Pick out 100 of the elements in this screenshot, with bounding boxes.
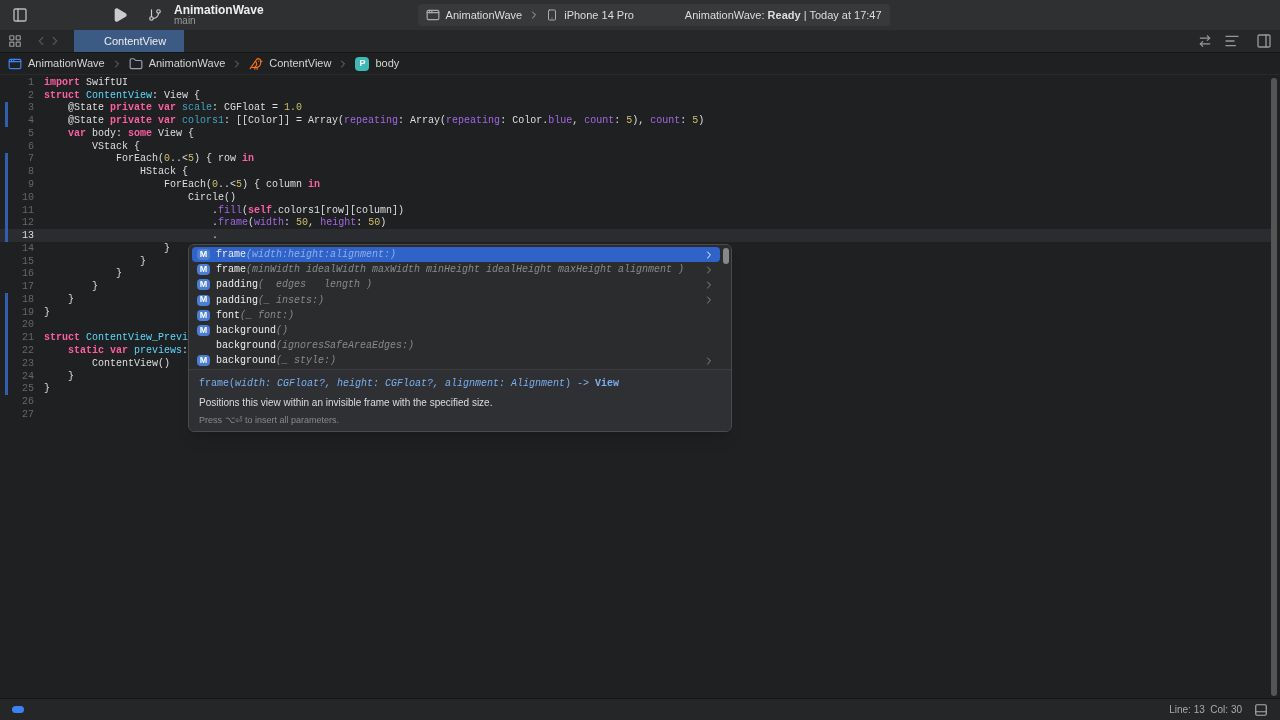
folder-icon bbox=[128, 56, 143, 71]
code-line: @State private var scale: CGFloat = 1.0 bbox=[67, 101, 303, 115]
line-number: 24 bbox=[21, 369, 34, 384]
code-line: } bbox=[67, 369, 74, 384]
line-number: 12 bbox=[21, 216, 34, 231]
completion-item[interactable]: background(ignoresSafeAreaEdges:) bbox=[192, 338, 720, 354]
completion-item[interactable]: M frame(minWidth idealWidth maxWidth minHeight idealHeight maxHeight alignment ) bbox=[192, 262, 720, 278]
completion-label: padding(_ insets:) bbox=[216, 293, 325, 308]
code-line: } bbox=[44, 382, 50, 397]
line-number: 20 bbox=[21, 318, 34, 333]
code-line: } bbox=[67, 292, 74, 307]
line-number: 17 bbox=[21, 280, 34, 295]
line-number: 27 bbox=[21, 407, 34, 422]
line-number: 19 bbox=[21, 305, 34, 320]
line-number: 26 bbox=[21, 395, 34, 410]
completion-label: background(_ style:) bbox=[216, 354, 337, 369]
completion-item[interactable]: M frame(width:height:alignment:) bbox=[192, 247, 720, 263]
build-status: AnimationWave: Ready | Today at 17:47 bbox=[684, 7, 882, 23]
completion-item[interactable]: M padding(_ insets:) bbox=[192, 292, 720, 308]
completion-item[interactable]: M background(_ style:) bbox=[192, 353, 720, 369]
line-number: 16 bbox=[21, 267, 34, 282]
completion-item[interactable]: M padding( edges length ) bbox=[192, 277, 720, 293]
method-badge: M bbox=[197, 309, 210, 321]
line-number: 1 bbox=[27, 75, 34, 90]
line-number: 23 bbox=[21, 356, 34, 371]
signature: frame(width: CGFloat?, height: CGFloat?, alignment: Alignment) -> View bbox=[199, 376, 621, 391]
code-line: VStack { bbox=[91, 139, 140, 153]
editor-tab[interactable]: ContentView bbox=[74, 30, 184, 52]
app-icon bbox=[8, 56, 22, 71]
breadcrumb-item[interactable]: AnimationWave bbox=[148, 55, 226, 72]
code-line: } bbox=[163, 241, 171, 256]
debug-area-toggle-icon[interactable] bbox=[1254, 702, 1268, 717]
property-badge: P bbox=[355, 56, 370, 71]
line-number: 2 bbox=[27, 88, 34, 103]
popup-scrollbar[interactable] bbox=[723, 248, 729, 264]
method-badge: M bbox=[197, 294, 210, 306]
line-number: 5 bbox=[27, 126, 34, 141]
line-number: 9 bbox=[27, 178, 34, 192]
code-line: Circle() bbox=[187, 190, 237, 205]
indicator-icon bbox=[12, 706, 24, 713]
code-line: ForEach(0..<5) { row in bbox=[115, 152, 255, 166]
completion-label: padding( edges length ) bbox=[216, 278, 373, 293]
scheme-selector[interactable]: AnimationWave bbox=[445, 6, 523, 24]
completion-label: background() bbox=[216, 324, 289, 339]
method-badge: M bbox=[197, 279, 210, 291]
code-line: HStack { bbox=[139, 165, 189, 179]
code-line: } bbox=[139, 254, 147, 269]
line-number: 15 bbox=[21, 254, 34, 269]
bird-icon bbox=[249, 56, 264, 71]
code-line: } bbox=[91, 280, 98, 295]
cursor-position: Line: 13 Col: 30 bbox=[1169, 703, 1242, 717]
method-badge: M bbox=[197, 264, 210, 276]
line-number: 13 bbox=[21, 229, 34, 244]
code-line: ContentView() bbox=[91, 356, 171, 371]
code-line: struct ContentView_Previ bbox=[44, 331, 189, 345]
code-line: @State private var colors1: [[Color]] = Array(repeating: Array(repeating: Color.blue, count: 5), count: 5) bbox=[67, 114, 705, 128]
line-number: 8 bbox=[27, 165, 34, 180]
code-line: var body: some View { bbox=[67, 126, 195, 141]
line-number: 18 bbox=[21, 292, 34, 307]
lines-icon[interactable] bbox=[1224, 33, 1240, 49]
run-icon[interactable] bbox=[112, 7, 128, 23]
completion-item[interactable]: M background() bbox=[192, 322, 720, 339]
completion-label: frame(width:height:alignment:) bbox=[216, 248, 397, 263]
swap-icon[interactable] bbox=[1198, 34, 1212, 48]
scrollbar[interactable] bbox=[1271, 78, 1277, 696]
code-line: static var previews: bbox=[67, 343, 189, 358]
breadcrumb-item[interactable]: ContentView bbox=[269, 55, 332, 72]
completion-item[interactable]: M font(_ font:) bbox=[192, 307, 720, 323]
code-line: ForEach(0..<5) { column in bbox=[163, 178, 321, 192]
method-badge: M bbox=[197, 249, 210, 261]
breadcrumb-item[interactable]: AnimationWave bbox=[28, 55, 105, 72]
description: Positions this view within an invisible frame with the specified size. bbox=[199, 395, 494, 410]
breadcrumb-item[interactable]: body bbox=[375, 55, 400, 72]
line-number: 6 bbox=[27, 139, 34, 154]
line-number: 3 bbox=[27, 101, 34, 116]
inspector-toggle-icon[interactable] bbox=[1256, 33, 1272, 49]
code-line: import SwiftUI bbox=[44, 75, 129, 90]
hint: Press ⌥⏎ to insert all parameters. bbox=[199, 413, 341, 427]
code-line: } bbox=[44, 305, 50, 320]
app-icon bbox=[425, 8, 440, 22]
grid-icon[interactable] bbox=[8, 34, 22, 48]
sidebar-toggle-icon[interactable] bbox=[12, 7, 28, 23]
line-number: 21 bbox=[21, 331, 34, 346]
line-number: 14 bbox=[21, 241, 34, 256]
line-number: 25 bbox=[21, 382, 34, 397]
code-line: .fill(self.colors1[row][column]) bbox=[211, 203, 405, 217]
line-number: 22 bbox=[21, 343, 34, 358]
completion-label: background(ignoresSafeAreaEdges:) bbox=[216, 339, 415, 354]
branch-icon bbox=[148, 8, 162, 22]
line-number: 10 bbox=[21, 190, 34, 205]
line-number: 7 bbox=[27, 152, 34, 167]
line-number: 4 bbox=[27, 114, 34, 129]
code-line: . bbox=[211, 229, 219, 244]
method-badge: M bbox=[197, 325, 210, 337]
project-title: AnimationWave bbox=[174, 4, 264, 16]
method-badge: M bbox=[197, 355, 210, 367]
code-line: } bbox=[115, 267, 122, 282]
line-number: 11 bbox=[21, 203, 34, 218]
device-selector[interactable]: iPhone 14 Pro bbox=[564, 6, 634, 24]
phone-icon bbox=[546, 9, 559, 21]
